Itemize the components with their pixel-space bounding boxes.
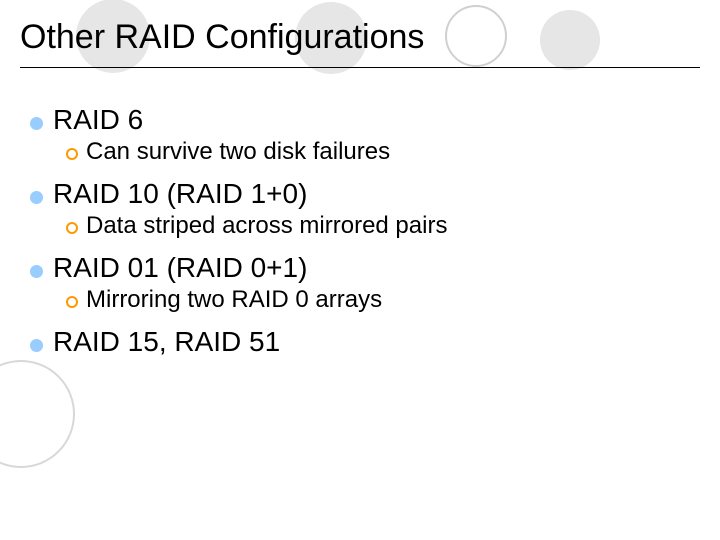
bullet-level1: RAID 6 [30, 104, 700, 136]
bullet-level1-label: RAID 01 (RAID 0+1) [53, 252, 307, 284]
bullet-level1-label: RAID 6 [53, 104, 143, 136]
bullet-level1-label: RAID 10 (RAID 1+0) [53, 178, 307, 210]
ring-bullet-icon [66, 148, 78, 160]
disc-bullet-icon [30, 117, 43, 130]
decorative-circle [0, 361, 74, 467]
bullet-level2-label: Mirroring two RAID 0 arrays [86, 286, 382, 314]
bullet-level2: Mirroring two RAID 0 arrays [66, 286, 700, 314]
disc-bullet-icon [30, 339, 43, 352]
disc-bullet-icon [30, 191, 43, 204]
slide-title: Other RAID Configurations [20, 18, 700, 68]
disc-bullet-icon [30, 265, 43, 278]
slide: Other RAID Configurations RAID 6Can surv… [0, 0, 720, 358]
bullet-level2: Data striped across mirrored pairs [66, 212, 700, 240]
ring-bullet-icon [66, 222, 78, 234]
bullet-level1: RAID 15, RAID 51 [30, 326, 700, 358]
bullet-level1-label: RAID 15, RAID 51 [53, 326, 280, 358]
bullet-level1: RAID 01 (RAID 0+1) [30, 252, 700, 284]
bullet-level2-label: Data striped across mirrored pairs [86, 212, 447, 240]
ring-bullet-icon [66, 296, 78, 308]
bullet-level2: Can survive two disk failures [66, 138, 700, 166]
bullet-level2-label: Can survive two disk failures [86, 138, 390, 166]
slide-content: RAID 6Can survive two disk failures RAID … [20, 104, 700, 358]
bullet-level1: RAID 10 (RAID 1+0) [30, 178, 700, 210]
